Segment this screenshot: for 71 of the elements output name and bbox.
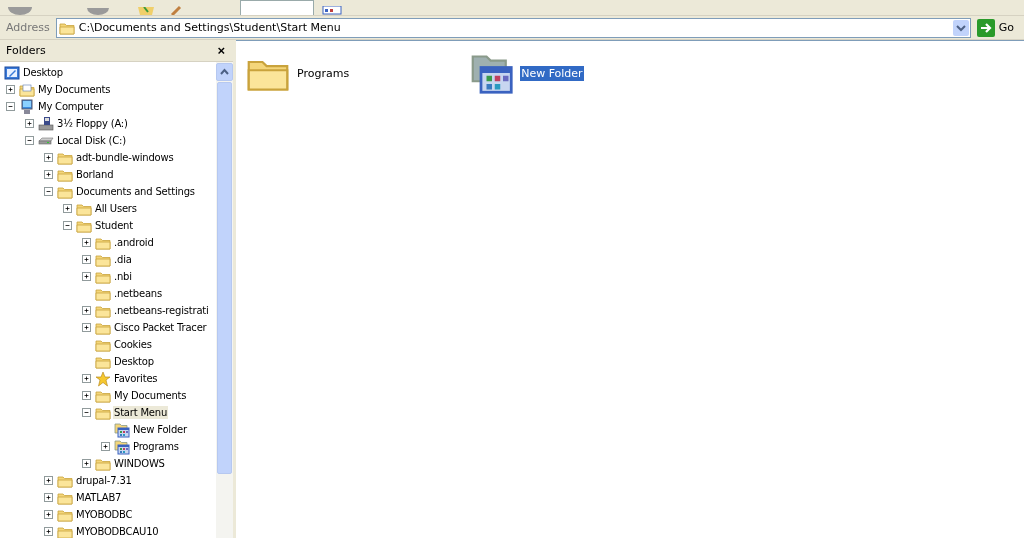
tree-item[interactable]: Local Disk (C:): [56, 134, 127, 147]
close-button[interactable]: ×: [215, 43, 227, 58]
expand-icon[interactable]: [25, 119, 34, 128]
dropdown-icon[interactable]: [952, 19, 969, 36]
tree-item[interactable]: New Folder: [132, 423, 188, 436]
tree-item[interactable]: 3½ Floppy (A:): [56, 117, 129, 130]
documents-folder-icon: [19, 81, 35, 98]
tree-item[interactable]: All Users: [94, 202, 138, 215]
tree-item[interactable]: .netbeans: [113, 287, 163, 300]
expand-icon[interactable]: [6, 85, 15, 94]
expand-icon[interactable]: [82, 255, 91, 264]
address-field[interactable]: C:\Documents and Settings\Student\Start Menu: [55, 17, 971, 38]
expand-icon[interactable]: [101, 442, 110, 451]
expand-icon[interactable]: [82, 238, 91, 247]
tree-item[interactable]: Favorites: [113, 372, 159, 385]
computer-icon: [19, 98, 35, 115]
folders-toggle-button[interactable]: [240, 0, 314, 15]
tree-item[interactable]: Borland: [75, 168, 115, 181]
tree-item[interactable]: MYOBODBC: [75, 508, 134, 521]
star-icon: [95, 370, 111, 387]
expand-icon[interactable]: [82, 306, 91, 315]
expand-icon[interactable]: [44, 170, 53, 179]
tree-item[interactable]: .netbeans-registrati: [113, 304, 210, 317]
tree-item[interactable]: .dia: [113, 253, 133, 266]
collapse-icon[interactable]: [44, 187, 53, 196]
tree-item[interactable]: My Computer: [37, 100, 105, 113]
folder-item[interactable]: Programs: [246, 51, 351, 95]
collapse-icon[interactable]: [82, 408, 91, 417]
scroll-up-icon[interactable]: [216, 63, 233, 81]
scrollbar-thumb[interactable]: [217, 82, 232, 474]
expand-icon[interactable]: [82, 374, 91, 383]
address-label: Address: [5, 21, 51, 34]
tree-item[interactable]: .android: [113, 236, 155, 249]
tree-item[interactable]: MATLAB7: [75, 491, 123, 504]
expand-icon[interactable]: [63, 204, 72, 213]
tree-item[interactable]: Start Menu: [113, 406, 169, 419]
collapse-icon[interactable]: [6, 102, 15, 111]
expand-icon[interactable]: [44, 527, 53, 536]
desktop-icon: [4, 64, 20, 81]
collapse-icon[interactable]: [25, 136, 34, 145]
program-folder-icon: [114, 438, 130, 455]
floppy-drive-icon: [38, 115, 54, 132]
expand-icon[interactable]: [82, 459, 91, 468]
tree-item[interactable]: Cookies: [113, 338, 153, 351]
up-folder-icon[interactable]: [138, 7, 154, 15]
folder-item[interactable]: New Folder: [470, 51, 584, 95]
tree-item[interactable]: WINDOWS: [113, 457, 166, 470]
tree-item[interactable]: .nbi: [113, 270, 133, 283]
tree-item[interactable]: drupal-7.31: [75, 474, 133, 487]
tree-item[interactable]: My Documents: [37, 83, 112, 96]
pane-title: Folders: [6, 44, 46, 57]
tree-item[interactable]: Desktop: [22, 66, 64, 79]
expand-icon[interactable]: [44, 493, 53, 502]
expand-icon[interactable]: [82, 323, 91, 332]
tree-item[interactable]: adt-bundle-windows: [75, 151, 175, 164]
expand-icon[interactable]: [44, 153, 53, 162]
program-folder-icon: [114, 421, 130, 438]
tree-item[interactable]: Cisco Packet Tracer: [113, 321, 208, 334]
expand-icon[interactable]: [44, 476, 53, 485]
expand-icon[interactable]: [82, 272, 91, 281]
collapse-icon[interactable]: [63, 221, 72, 230]
go-button[interactable]: Go: [974, 18, 1022, 37]
tree-item[interactable]: Documents and Settings: [75, 185, 196, 198]
expand-icon[interactable]: [44, 510, 53, 519]
views-icon[interactable]: [322, 6, 342, 15]
tree-item[interactable]: Student: [94, 219, 134, 232]
tree-item[interactable]: MYOBODBCAU10: [75, 525, 160, 538]
expand-icon[interactable]: [82, 391, 91, 400]
tree-item[interactable]: Desktop: [113, 355, 155, 368]
tree-item[interactable]: Programs: [132, 440, 180, 453]
tree-item[interactable]: My Documents: [113, 389, 188, 402]
